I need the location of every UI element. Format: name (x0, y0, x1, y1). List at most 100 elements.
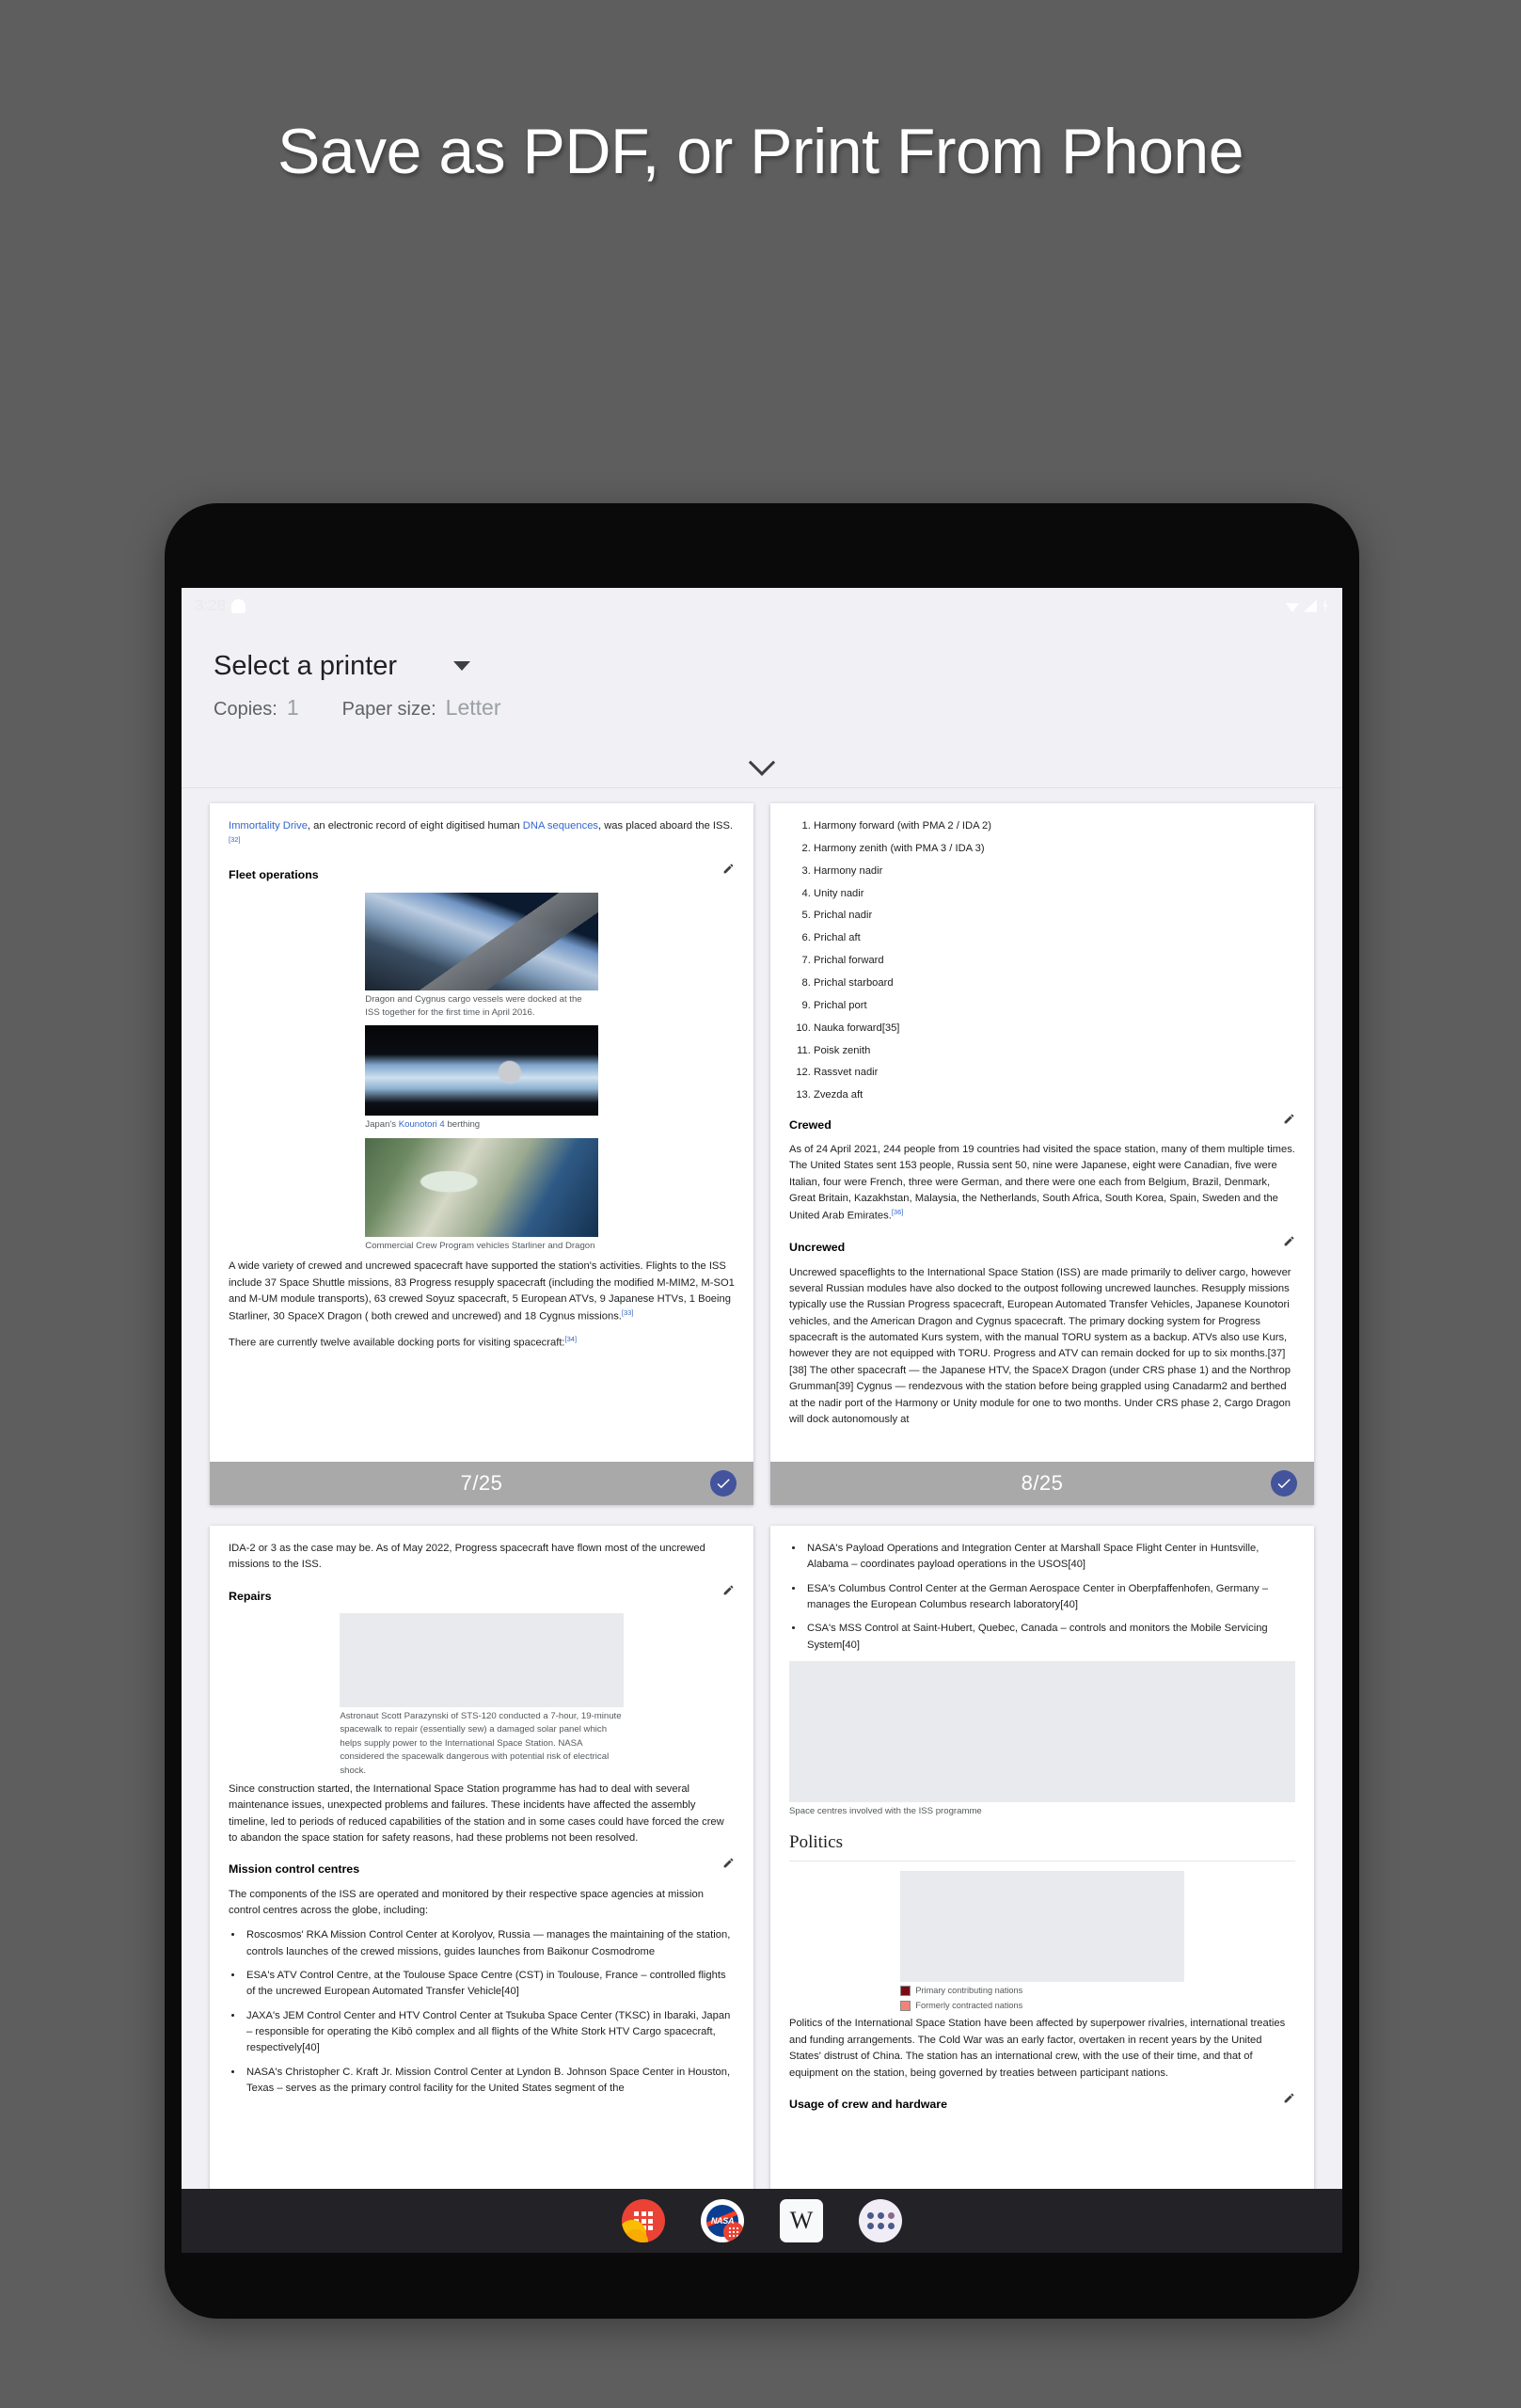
list-item: Poisk zenith (814, 1043, 1295, 1059)
wikipedia-w-glyph: W (789, 2207, 814, 2234)
list-item: Nauka forward[35] (814, 1021, 1295, 1037)
crewed-paragraph: As of 24 April 2021, 244 people from 19 … (789, 1142, 1295, 1226)
closing-paragraph: There are currently twelve available doc… (229, 1334, 735, 1352)
reference-36[interactable]: [36] (892, 1208, 904, 1216)
section-heading-row: Repairs (229, 1582, 735, 1613)
section-heading-row: Mission control centres (229, 1855, 735, 1886)
copies-label: Copies: (214, 699, 277, 720)
figure-caption: Space centres involved with the ISS prog… (789, 1806, 982, 1817)
closing-text: There are currently twelve available doc… (229, 1338, 565, 1350)
uncrewed-paragraph: Uncrewed spaceflights to the Internation… (789, 1266, 1291, 1425)
list-item: JAXA's JEM Control Center and HTV Contro… (244, 2008, 735, 2057)
heading-repairs: Repairs (229, 1589, 272, 1603)
printer-selector-label: Select a printer (214, 650, 398, 681)
list-item: ESA's ATV Control Centre, at the Toulous… (244, 1968, 735, 2001)
section-heading-row: Uncrewed (789, 1233, 1295, 1264)
edit-pencil-icon[interactable] (1283, 1235, 1295, 1247)
repairs-paragraph: Since construction started, the Internat… (229, 1782, 724, 1844)
copies-input[interactable]: 1 (287, 695, 299, 721)
page-selected-checkbox[interactable] (710, 1470, 737, 1497)
list-item: Prichal starboard (814, 975, 1295, 991)
legend-item: Formerly contracted nations (900, 1999, 1183, 2012)
gmail-icon[interactable] (622, 2199, 665, 2242)
list-item: Prichal forward (814, 953, 1295, 969)
page-preview-card[interactable]: Immortality Drive, an electronic record … (210, 803, 753, 1505)
figure-image (365, 892, 598, 990)
app-drawer-icon[interactable] (859, 2199, 902, 2242)
list-item: Prichal nadir (814, 908, 1295, 924)
heading-uncrewed: Uncrewed (789, 1241, 846, 1255)
chevron-down-icon (453, 661, 471, 671)
page-preview-card[interactable]: IDA-2 or 3 as the case may be. As of May… (210, 1526, 753, 2241)
print-preview-area[interactable]: Immortality Drive, an electronic record … (182, 788, 1342, 2242)
signal-icon (1304, 599, 1317, 612)
intro-paragraph: Immortality Drive, an electronic record … (229, 818, 735, 852)
nasa-wordmark: NASA (710, 2216, 735, 2226)
page-content: Immortality Drive, an electronic record … (210, 803, 753, 1462)
promo-headline: Save as PDF, or Print From Phone (277, 116, 1244, 187)
link-dna-sequences[interactable]: DNA sequences (523, 820, 598, 832)
link-kounotori-4[interactable]: Kounotori 4 (399, 1119, 445, 1130)
list-item: NASA's Payload Operations and Integratio… (804, 1541, 1295, 1574)
link-immortality-drive[interactable]: Immortality Drive (229, 820, 308, 832)
list-item: Prichal port (814, 998, 1295, 1014)
heading-mission-control-centres: Mission control centres (229, 1862, 360, 1877)
figure-kounotori: Japan's Kounotori 4 berthing (365, 1025, 598, 1132)
legend-swatch-former (900, 2000, 911, 2011)
paper-size-value[interactable]: Letter (446, 695, 501, 721)
edit-pencil-icon[interactable] (1283, 2092, 1295, 2104)
figure-image-placeholder (900, 1870, 1184, 1982)
intro-text-1: , an electronic record of eight digitise… (307, 820, 523, 832)
page-selected-checkbox[interactable] (1271, 1470, 1297, 1497)
figure-space-centres-map: Space centres involved with the ISS prog… (789, 1661, 1295, 1818)
wikipedia-icon[interactable]: W (780, 2199, 823, 2242)
page-preview-card[interactable]: Harmony forward (with PMA 2 / IDA 2) Har… (770, 803, 1314, 1505)
figure-caption: Japan's Kounotori 4 berthing (365, 1118, 597, 1132)
intro-text-2: , was placed aboard the ISS. (598, 820, 734, 832)
list-item: Rassvet nadir (814, 1065, 1295, 1081)
body-text: A wide variety of crewed and uncrewed sp… (229, 1260, 735, 1323)
page-preview-card[interactable]: NASA's Payload Operations and Integratio… (770, 1526, 1314, 2241)
list-item: Prichal aft (814, 930, 1295, 946)
figure-commercial-crew: Commercial Crew Program vehicles Starlin… (365, 1137, 598, 1253)
figure-politics-map: Primary contributing nations Formerly co… (900, 1870, 1184, 2013)
figure-image-placeholder (340, 1612, 624, 1707)
nasa-icon[interactable]: NASA (701, 2199, 744, 2242)
page-footer: 8/25 (770, 1462, 1314, 1505)
heading-usage-of-crew-and-hardware: Usage of crew and hardware (789, 2097, 948, 2111)
list-item: Zvezda aft (814, 1087, 1295, 1103)
body-paragraph: A wide variety of crewed and uncrewed sp… (229, 1259, 735, 1325)
phone-screen: 3:28 Select a printer Copies: 1 Paper si… (182, 588, 1342, 2253)
status-time: 3:28 (195, 596, 227, 614)
battery-icon (1323, 598, 1328, 613)
legend-swatch-primary (900, 1985, 911, 1996)
crewed-text: As of 24 April 2021, 244 people from 19 … (789, 1143, 1295, 1223)
edit-pencil-icon[interactable] (722, 1857, 735, 1869)
android-icon (231, 598, 246, 613)
reference-33[interactable]: [33] (622, 1308, 634, 1317)
edit-pencil-icon[interactable] (1283, 1113, 1295, 1125)
edit-pencil-icon[interactable] (722, 863, 735, 875)
figure-parazynski: Astronaut Scott Parazynski of STS-120 co… (340, 1612, 624, 1778)
expand-options-button[interactable] (214, 746, 1310, 787)
heading-fleet-operations: Fleet operations (229, 868, 319, 882)
status-bar-left: 3:28 (195, 596, 246, 615)
print-options-row: Copies: 1 Paper size: Letter (214, 695, 1310, 746)
printer-selector[interactable]: Select a printer (214, 637, 1310, 695)
section-heading-row: Crewed (789, 1111, 1295, 1142)
figure-image-placeholder (789, 1661, 1295, 1803)
page-content: Harmony forward (with PMA 2 / IDA 2) Har… (770, 803, 1314, 1462)
preview-row: IDA-2 or 3 as the case may be. As of May… (210, 1526, 1314, 2241)
reference-34[interactable]: [34] (565, 1335, 578, 1343)
edit-pencil-icon[interactable] (722, 1584, 735, 1596)
wifi-icon (1286, 603, 1299, 612)
mcc-intro-paragraph: The components of the ISS are operated a… (229, 1888, 704, 1916)
reference-32[interactable]: [32] (229, 835, 241, 844)
caption-post: berthing (444, 1119, 481, 1131)
section-heading-row: Usage of crew and hardware (789, 2090, 1295, 2121)
list-item: Harmony zenith (with PMA 3 / IDA 3) (814, 841, 1295, 857)
heading-politics: Politics (789, 1829, 1295, 1861)
politics-paragraph: Politics of the International Space Stat… (789, 2018, 1286, 2079)
mission-control-list: NASA's Payload Operations and Integratio… (804, 1541, 1295, 1654)
screenshot-stage: Save as PDF, or Print From Phone 3:28 Se… (0, 0, 1521, 2408)
